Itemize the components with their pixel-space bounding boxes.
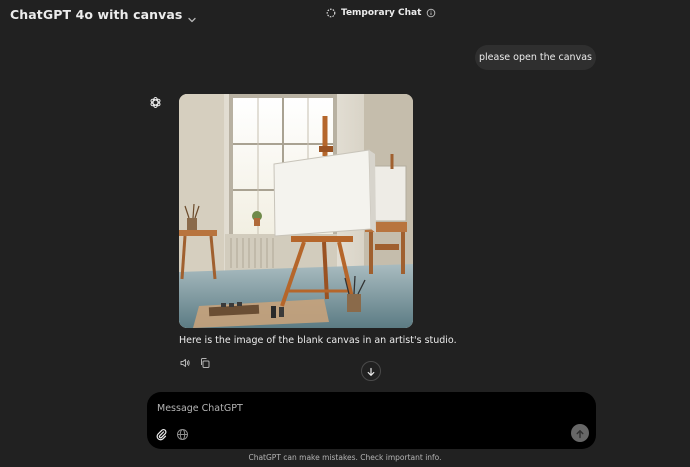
user-message-text: please open the canvas	[479, 52, 592, 63]
studio-easel-illustration	[179, 94, 413, 328]
paperclip-icon[interactable]	[155, 426, 168, 441]
message-input[interactable]	[157, 401, 537, 415]
chevron-down-icon	[187, 10, 197, 22]
arrow-down-icon	[366, 362, 376, 381]
dashed-circle-icon	[326, 8, 336, 18]
arrow-up-icon	[575, 424, 585, 443]
speaker-icon[interactable]	[179, 357, 191, 369]
generated-image[interactable]	[179, 94, 413, 328]
send-button[interactable]	[571, 424, 589, 442]
openai-logo-icon	[149, 94, 162, 108]
top-bar: ChatGPT 4o with canvas Temporary Chat	[0, 0, 690, 30]
globe-icon[interactable]	[176, 426, 189, 440]
temporary-chat-indicator[interactable]: Temporary Chat	[326, 8, 436, 18]
scroll-to-bottom-button[interactable]	[361, 361, 381, 381]
assistant-message-text: Here is the image of the blank canvas in…	[179, 335, 457, 346]
temporary-chat-label: Temporary Chat	[341, 8, 422, 18]
disclaimer-text: ChatGPT can make mistakes. Check importa…	[248, 453, 442, 462]
info-icon[interactable]	[426, 8, 436, 18]
message-actions	[179, 357, 211, 369]
model-selector[interactable]: ChatGPT 4o with canvas	[10, 7, 197, 22]
model-title: ChatGPT 4o with canvas	[10, 7, 183, 22]
user-message-bubble: please open the canvas	[475, 45, 596, 70]
message-composer	[147, 392, 596, 449]
copy-icon[interactable]	[199, 357, 211, 369]
